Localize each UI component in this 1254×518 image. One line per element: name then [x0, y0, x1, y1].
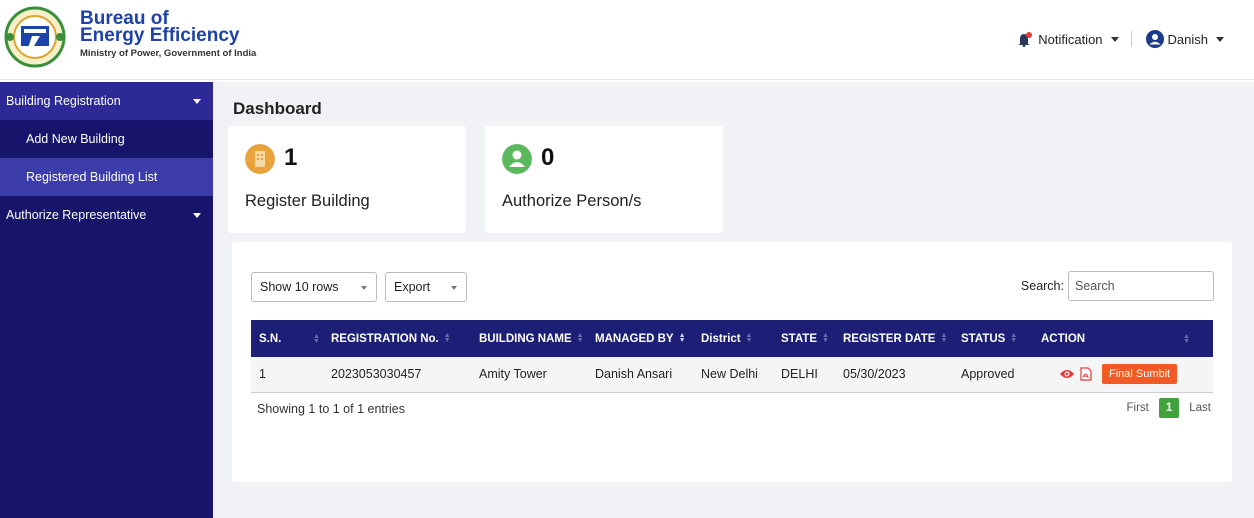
- main-content: Dashboard 1 Register Building 0 Authoriz…: [213, 82, 1254, 518]
- cell-state: DELHI: [781, 367, 818, 382]
- table-info: Showing 1 to 1 of 1 entries: [257, 402, 406, 416]
- cell-managed-by: Danish Ansari: [595, 367, 673, 382]
- top-header: Bureau of Energy Efficiency Ministry of …: [0, 0, 1254, 80]
- chevron-down-icon: [1110, 36, 1119, 42]
- cell-district: New Delhi: [701, 367, 758, 382]
- chevron-down-icon: [193, 213, 201, 218]
- sidebar-item-label: Add New Building: [26, 132, 125, 146]
- cell-status: Approved: [961, 367, 1015, 382]
- sort-icon: ▲ ▼: [1010, 332, 1018, 345]
- export-select[interactable]: Export: [385, 272, 467, 302]
- chevron-down-icon: [361, 286, 367, 290]
- bell-icon: [1018, 32, 1033, 47]
- cell-building-name: Amity Tower: [479, 367, 547, 382]
- brand-text: Bureau of Energy Efficiency Ministry of …: [80, 9, 257, 59]
- col-header-sn[interactable]: S.N. ▲ ▼: [251, 320, 323, 357]
- rows-per-page-select[interactable]: Show 10 rows: [251, 272, 377, 302]
- user-icon: [502, 144, 532, 174]
- pager-first[interactable]: First: [1126, 402, 1148, 414]
- rows-select-value: Show 10 rows: [260, 280, 339, 294]
- cell-sn: 1: [259, 367, 266, 382]
- sort-icon: ▲ ▼: [1183, 333, 1190, 345]
- pagination: First 1 Last: [1121, 398, 1216, 418]
- col-header-action[interactable]: ACTION ▲ ▼: [1033, 320, 1213, 357]
- sort-icon: ▲ ▼: [822, 332, 829, 345]
- table-row: 1 2023053030457 Amity Tower Danish Ansar…: [251, 357, 1213, 392]
- cell-registration-no: 2023053030457: [331, 367, 422, 382]
- col-header-building-name[interactable]: BUILDING NAME ▲ ▼: [471, 320, 587, 357]
- search-box: Search:: [1021, 271, 1214, 301]
- pager-current-page[interactable]: 1: [1158, 398, 1180, 418]
- export-select-value: Export: [394, 280, 431, 294]
- chevron-down-icon: [193, 99, 201, 104]
- final-submit-button[interactable]: Final Sumbit: [1101, 364, 1178, 385]
- sidebar-item-label: Registered Building List: [26, 170, 158, 184]
- notification-dropdown[interactable]: Notification: [1014, 31, 1132, 47]
- cell-action: Final Sumbit: [1033, 357, 1213, 392]
- building-icon: [245, 144, 275, 174]
- col-header-registration-no[interactable]: REGISTRATION No. ▲ ▼: [323, 320, 471, 357]
- authorize-person-label: Authorize Person/s: [502, 192, 642, 210]
- table-header-row: S.N. ▲ ▼ REGISTRATION No. ▲ ▼ BUILDING NAME ▲…: [251, 320, 1213, 357]
- bee-logo[interactable]: [4, 6, 66, 68]
- sidebar-item-add-new-building[interactable]: Add New Building: [0, 120, 213, 158]
- pdf-icon[interactable]: [1080, 367, 1093, 381]
- sidebar-item-label: Authorize Representative: [6, 208, 147, 222]
- sort-icon: ▲ ▼: [940, 332, 948, 345]
- sort-icon: ▲ ▼: [745, 332, 753, 345]
- col-header-status[interactable]: STATUS ▲ ▼: [953, 320, 1033, 357]
- sort-asc-icon: ▲ ▼: [678, 332, 686, 345]
- register-building-count: 1: [284, 144, 298, 171]
- chevron-down-icon: [1216, 36, 1224, 42]
- sort-icon: ▲ ▼: [576, 332, 584, 345]
- register-building-label: Register Building: [245, 192, 370, 210]
- page-title: Dashboard: [233, 99, 322, 118]
- chevron-down-icon: [451, 286, 457, 290]
- sort-icon: ▲ ▼: [313, 333, 320, 345]
- col-header-managed-by[interactable]: MANAGED BY ▲ ▼: [587, 320, 693, 357]
- building-table: S.N. ▲ ▼ REGISTRATION No. ▲ ▼ BUILDING NAME ▲…: [251, 320, 1213, 393]
- col-header-district[interactable]: District ▲ ▼: [693, 320, 773, 357]
- brand-subtitle: Ministry of Power, Government of India: [80, 48, 257, 59]
- user-name: Danish: [1167, 31, 1208, 47]
- col-header-state[interactable]: STATE ▲ ▼: [773, 320, 835, 357]
- pager-last[interactable]: Last: [1189, 402, 1211, 414]
- authorize-person-card: 0 Authorize Person/s: [485, 126, 723, 233]
- register-building-card: 1 Register Building: [228, 126, 466, 233]
- sidebar-item-building-registration[interactable]: Building Registration: [0, 82, 213, 120]
- user-menu[interactable]: Danish: [1132, 30, 1224, 48]
- sidebar-item-registered-building-list[interactable]: Registered Building List: [0, 158, 213, 196]
- search-label: Search:: [1020, 279, 1064, 293]
- brand-line2: Energy Efficiency: [80, 25, 240, 46]
- notification-label: Notification: [1038, 31, 1103, 47]
- col-header-register-date[interactable]: REGISTER DATE ▲ ▼: [835, 320, 953, 357]
- authorize-person-count: 0: [541, 144, 555, 171]
- sidebar-item-authorize-representative[interactable]: Authorize Representative: [0, 196, 213, 234]
- eye-icon[interactable]: [1059, 368, 1075, 380]
- user-avatar-icon: [1145, 30, 1164, 48]
- search-input[interactable]: [1068, 271, 1214, 301]
- sort-icon: ▲ ▼: [443, 332, 451, 345]
- cell-register-date: 05/30/2023: [843, 367, 906, 382]
- sidebar-item-label: Building Registration: [6, 94, 121, 108]
- sidebar: Building Registration Add New Building R…: [0, 82, 213, 518]
- building-table-panel: Show 10 rows Export Search: S.N.▲▼ REGIS…: [232, 242, 1232, 482]
